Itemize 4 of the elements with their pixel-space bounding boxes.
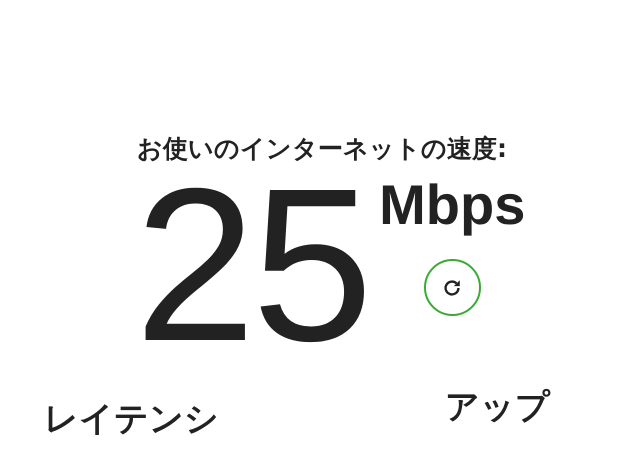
stat-label: レイテンシ <box>44 399 219 439</box>
stat-label: アップ <box>445 387 550 429</box>
speed-heading: お使いのインターネットの速度: <box>136 133 508 165</box>
speed-value: 25 <box>134 171 370 361</box>
